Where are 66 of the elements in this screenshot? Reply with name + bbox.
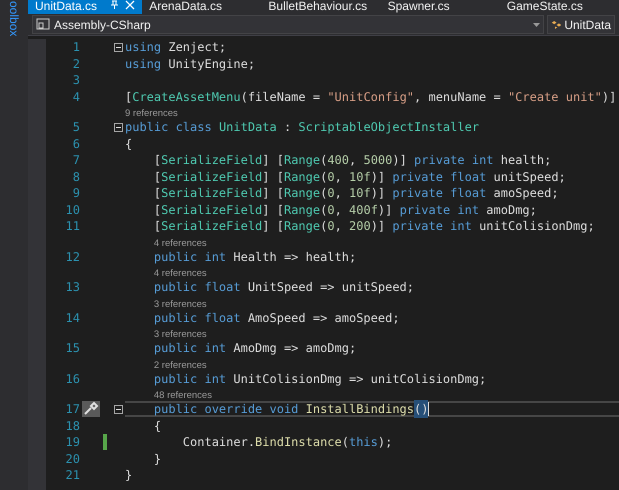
references-link[interactable]: 48 references	[154, 391, 212, 401]
code-line: using Zenject;	[125, 39, 228, 56]
line-number: 11	[64, 218, 80, 234]
code-line: }	[125, 467, 134, 484]
type-dropdown[interactable]: UnitData	[547, 15, 615, 34]
line-number: 12	[64, 248, 80, 265]
code-line: [SerializeField] [Range(0, 200)] private int unitColisionDmg;	[152, 218, 596, 234]
references-link[interactable]: 4 references	[154, 269, 207, 279]
code-line: [CreateAssetMenu(fileName = "UnitConfig", menuName = "Create unit")]	[125, 88, 618, 105]
collapse-icon[interactable]	[114, 404, 122, 414]
code-line: Container.BindInstance(this);	[182, 434, 394, 450]
file-tab[interactable]: Spawner.cs	[380, 0, 500, 14]
collapse-icon[interactable]	[114, 42, 122, 52]
line-number: 18	[64, 418, 80, 434]
references-link[interactable]: 4 references	[154, 238, 207, 248]
code-line: {	[152, 418, 162, 434]
line-number: 17	[64, 401, 80, 418]
code-line: [SerializeField] [Range(0, 10f)] private float unitSpeed;	[152, 168, 567, 185]
file-tab[interactable]: ArenaData.cs	[142, 0, 262, 14]
line-number: 6	[72, 136, 80, 152]
code-line: public float UnitSpeed => unitSpeed;	[152, 279, 415, 296]
project-icon	[36, 18, 50, 31]
line-number: 20	[64, 450, 80, 467]
references-link[interactable]: 9 references	[125, 109, 178, 119]
line-number: 19	[64, 434, 80, 450]
code-line: [SerializeField] [Range(0, 10f)] private float amoSpeed;	[152, 185, 560, 202]
caret-icon	[533, 22, 540, 26]
references-link[interactable]: 2 references	[154, 360, 207, 370]
code-line: public override void InstallBindings()	[125, 401, 619, 418]
line-number: 1	[72, 39, 80, 56]
references-link[interactable]: 3 references	[154, 330, 207, 340]
file-tab[interactable]: BulletBehaviour.cs	[261, 0, 381, 14]
text-cursor	[428, 402, 430, 416]
code-line: [SerializeField] [Range(0, 400f)] private int amoDmg;	[152, 202, 538, 218]
line-number: 15	[64, 340, 80, 356]
code-line: public class UnitData : ScriptableObjectInstaller	[125, 119, 480, 136]
toolbox-tab[interactable]: oolbox	[5, 1, 23, 36]
line-number: 21	[64, 467, 80, 484]
line-number: 4	[72, 88, 80, 105]
line-number: 16	[64, 370, 80, 387]
line-number: 8	[72, 168, 80, 185]
code-line: }	[152, 450, 162, 467]
line-number: 13	[64, 279, 80, 296]
project-dropdown[interactable]: Assembly-CSharp	[32, 15, 544, 34]
close-icon[interactable]	[125, 0, 136, 10]
code-line: public int Health => health;	[152, 248, 358, 265]
line-number: 3	[72, 72, 80, 88]
code-line: {	[125, 136, 134, 152]
code-line: public int UnitColisionDmg => unitColisionDmg;	[152, 370, 488, 387]
screwdriver-icon[interactable]	[82, 401, 100, 418]
line-number: 7	[72, 152, 80, 168]
pin-icon[interactable]	[110, 0, 120, 10]
line-number: 14	[64, 310, 80, 326]
file-tab[interactable]: UnitData.cs	[28, 0, 142, 14]
code-line: public int AmoDmg => amoDmg;	[152, 340, 358, 356]
line-number: 5	[72, 119, 80, 136]
class-icon	[551, 18, 562, 30]
code-line: public float AmoSpeed => amoSpeed;	[152, 310, 401, 326]
line-number: 2	[72, 56, 80, 72]
collapse-icon[interactable]	[114, 122, 122, 132]
references-link[interactable]: 3 references	[154, 300, 207, 310]
line-number: 10	[64, 202, 80, 218]
file-tab[interactable]: GameState.cs	[500, 0, 619, 14]
code-line: [SerializeField] [Range(400, 5000)] private int health;	[152, 152, 552, 168]
code-line: using UnityEngine;	[125, 56, 256, 72]
line-number: 9	[72, 185, 80, 202]
